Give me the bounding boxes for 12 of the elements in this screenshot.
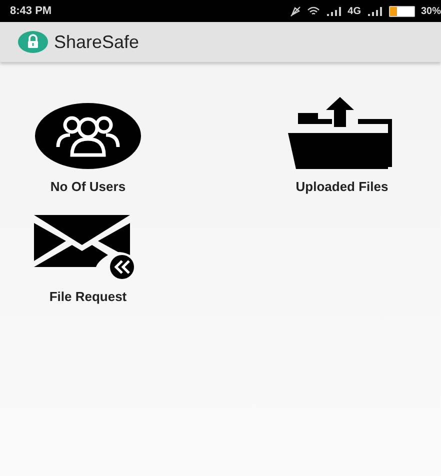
- app-title: ShareSafe: [54, 32, 140, 52]
- dashboard-tile[interactable]: File Request: [20, 208, 156, 304]
- dashboard-tile[interactable]: Uploaded Files: [274, 84, 410, 194]
- dashboard-tile[interactable]: No Of Users: [20, 84, 156, 194]
- wifi-icon: [306, 6, 320, 16]
- signal-icon: [366, 6, 383, 16]
- signal-icon: [326, 6, 342, 16]
- lock-icon: [18, 31, 48, 53]
- users-icon: [34, 103, 142, 169]
- battery-percent: 30%: [420, 6, 441, 16]
- network-type: 4G: [348, 6, 361, 16]
- clock-time: 8:43 PM: [10, 5, 52, 17]
